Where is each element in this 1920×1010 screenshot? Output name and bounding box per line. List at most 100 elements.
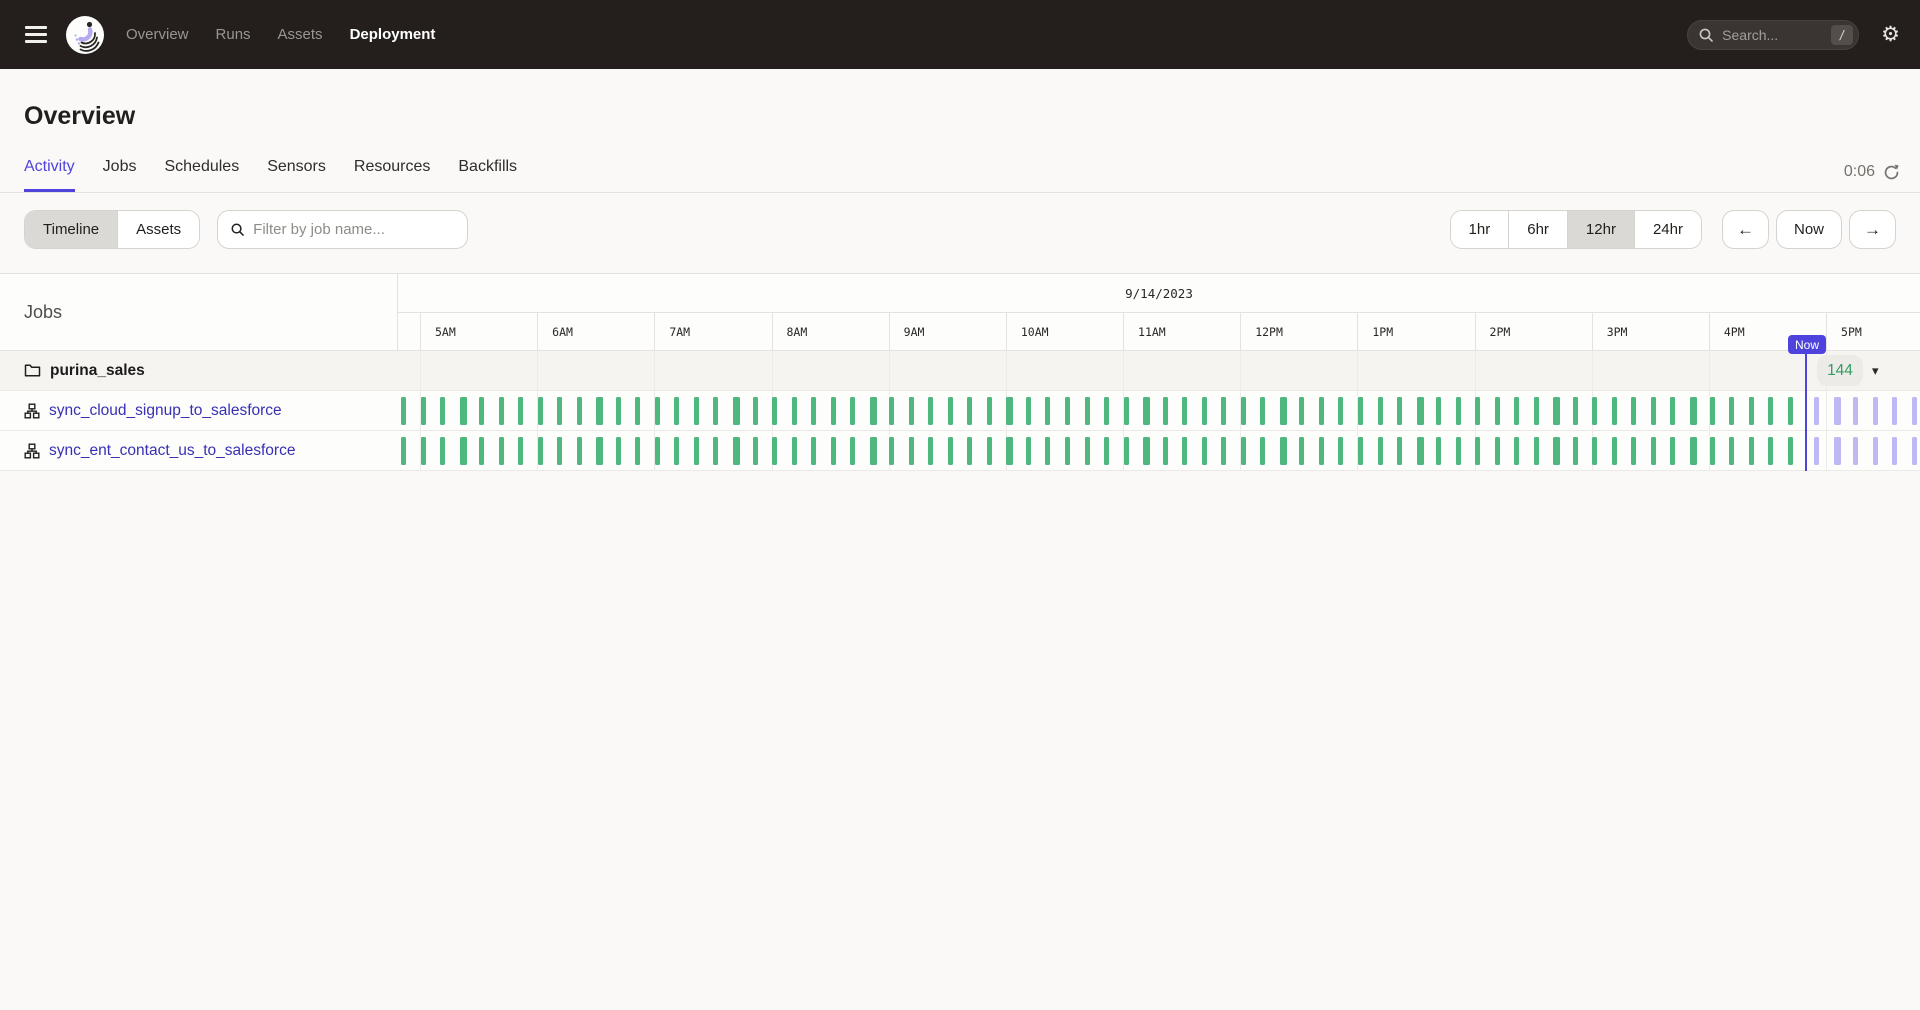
run-tick-scheduled[interactable]	[1853, 397, 1858, 425]
run-tick-succeeded[interactable]	[460, 397, 467, 425]
tab-resources[interactable]: Resources	[354, 158, 430, 192]
run-tick-succeeded[interactable]	[421, 437, 426, 465]
run-tick-succeeded[interactable]	[713, 397, 718, 425]
run-tick-succeeded[interactable]	[1612, 397, 1617, 425]
run-tick-succeeded[interactable]	[1631, 437, 1636, 465]
run-tick-succeeded[interactable]	[1045, 397, 1050, 425]
run-tick-succeeded[interactable]	[1104, 397, 1109, 425]
run-tick-succeeded[interactable]	[850, 397, 855, 425]
run-tick-scheduled[interactable]	[1873, 397, 1878, 425]
run-tick-succeeded[interactable]	[1456, 437, 1461, 465]
run-tick-succeeded[interactable]	[1670, 397, 1675, 425]
run-tick-succeeded[interactable]	[733, 397, 740, 425]
run-tick-succeeded[interactable]	[1417, 437, 1424, 465]
run-tick-succeeded[interactable]	[635, 437, 640, 465]
run-tick-succeeded[interactable]	[1338, 437, 1343, 465]
run-tick-succeeded[interactable]	[1065, 437, 1070, 465]
run-tick-succeeded[interactable]	[753, 437, 758, 465]
global-search-input[interactable]: Search... /	[1687, 20, 1859, 50]
run-tick-scheduled[interactable]	[1814, 397, 1819, 425]
run-tick-succeeded[interactable]	[1573, 397, 1578, 425]
run-tick-succeeded[interactable]	[1026, 437, 1031, 465]
range-1hr-button[interactable]: 1hr	[1451, 211, 1510, 248]
run-tick-succeeded[interactable]	[1475, 397, 1480, 425]
run-tick-succeeded[interactable]	[909, 437, 914, 465]
run-tick-succeeded[interactable]	[811, 437, 816, 465]
run-tick-succeeded[interactable]	[1788, 397, 1793, 425]
tab-jobs[interactable]: Jobs	[103, 158, 137, 192]
run-tick-succeeded[interactable]	[967, 437, 972, 465]
run-tick-succeeded[interactable]	[1163, 397, 1168, 425]
run-tick-succeeded[interactable]	[1651, 397, 1656, 425]
tab-backfills[interactable]: Backfills	[458, 158, 517, 192]
run-tick-succeeded[interactable]	[928, 397, 933, 425]
run-tick-succeeded[interactable]	[440, 397, 445, 425]
run-tick-succeeded[interactable]	[499, 437, 504, 465]
run-tick-succeeded[interactable]	[1085, 437, 1090, 465]
run-tick-succeeded[interactable]	[1592, 437, 1597, 465]
run-tick-succeeded[interactable]	[1612, 437, 1617, 465]
run-tick-succeeded[interactable]	[1319, 437, 1324, 465]
run-tick-succeeded[interactable]	[753, 397, 758, 425]
run-tick-succeeded[interactable]	[792, 397, 797, 425]
tab-sensors[interactable]: Sensors	[267, 158, 326, 192]
run-tick-succeeded[interactable]	[655, 397, 660, 425]
run-tick-succeeded[interactable]	[1104, 437, 1109, 465]
run-tick-succeeded[interactable]	[1143, 437, 1150, 465]
run-tick-succeeded[interactable]	[616, 397, 621, 425]
table-row-group-purina-sales[interactable]: purina_sales 144 ▾	[0, 351, 1920, 391]
range-24hr-button[interactable]: 24hr	[1635, 211, 1701, 248]
job-link[interactable]: sync_ent_contact_us_to_salesforce	[49, 442, 295, 460]
run-tick-succeeded[interactable]	[1280, 437, 1287, 465]
run-tick-succeeded[interactable]	[1495, 397, 1500, 425]
run-tick-succeeded[interactable]	[635, 397, 640, 425]
run-tick-succeeded[interactable]	[1202, 437, 1207, 465]
run-tick-succeeded[interactable]	[479, 437, 484, 465]
run-tick-succeeded[interactable]	[967, 397, 972, 425]
run-tick-succeeded[interactable]	[694, 437, 699, 465]
run-tick-succeeded[interactable]	[1573, 437, 1578, 465]
tab-activity[interactable]: Activity	[24, 158, 75, 192]
run-tick-succeeded[interactable]	[1749, 397, 1754, 425]
gear-icon[interactable]: ⚙	[1881, 24, 1900, 45]
run-tick-succeeded[interactable]	[1045, 437, 1050, 465]
run-tick-succeeded[interactable]	[674, 397, 679, 425]
run-tick-succeeded[interactable]	[401, 437, 406, 465]
run-tick-succeeded[interactable]	[401, 397, 406, 425]
run-tick-succeeded[interactable]	[518, 397, 523, 425]
range-12hr-button[interactable]: 12hr	[1568, 211, 1635, 248]
run-tick-scheduled[interactable]	[1873, 437, 1878, 465]
nav-link-assets[interactable]: Assets	[278, 26, 323, 43]
run-tick-succeeded[interactable]	[1260, 437, 1265, 465]
run-tick-succeeded[interactable]	[577, 437, 582, 465]
run-tick-scheduled[interactable]	[1834, 397, 1841, 425]
run-tick-succeeded[interactable]	[772, 397, 777, 425]
run-tick-succeeded[interactable]	[1202, 397, 1207, 425]
run-tick-succeeded[interactable]	[1397, 437, 1402, 465]
run-tick-succeeded[interactable]	[1358, 437, 1363, 465]
view-mode-assets-button[interactable]: Assets	[118, 211, 199, 248]
run-tick-succeeded[interactable]	[1163, 437, 1168, 465]
run-tick-scheduled[interactable]	[1912, 437, 1917, 465]
run-tick-succeeded[interactable]	[1729, 437, 1734, 465]
view-mode-timeline-button[interactable]: Timeline	[25, 211, 118, 248]
run-tick-succeeded[interactable]	[1221, 397, 1226, 425]
run-tick-succeeded[interactable]	[1358, 397, 1363, 425]
timeline-forward-button[interactable]: →	[1849, 210, 1896, 249]
run-tick-succeeded[interactable]	[889, 437, 894, 465]
run-tick-succeeded[interactable]	[1280, 397, 1287, 425]
run-tick-succeeded[interactable]	[1241, 437, 1246, 465]
group-name[interactable]: purina_sales	[50, 362, 145, 380]
run-tick-succeeded[interactable]	[1514, 397, 1519, 425]
run-tick-scheduled[interactable]	[1912, 397, 1917, 425]
run-tick-succeeded[interactable]	[792, 437, 797, 465]
run-tick-succeeded[interactable]	[1768, 397, 1773, 425]
run-tick-succeeded[interactable]	[1553, 437, 1560, 465]
run-tick-succeeded[interactable]	[1553, 397, 1560, 425]
run-tick-succeeded[interactable]	[733, 437, 740, 465]
run-tick-succeeded[interactable]	[1749, 437, 1754, 465]
run-tick-scheduled[interactable]	[1892, 397, 1897, 425]
run-tick-succeeded[interactable]	[1378, 397, 1383, 425]
run-tick-succeeded[interactable]	[1006, 437, 1013, 465]
run-tick-succeeded[interactable]	[538, 437, 543, 465]
